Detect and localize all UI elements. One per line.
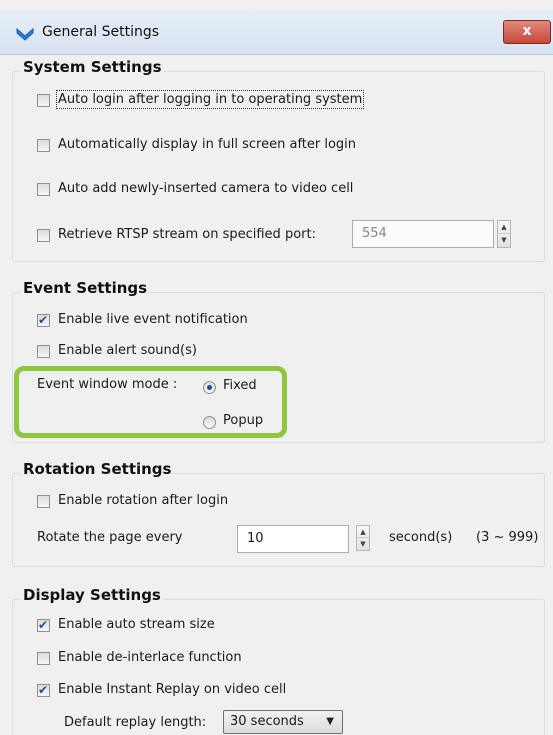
replay-length-select[interactable]: 30 seconds ▼ [223,710,343,734]
fixed-label[interactable]: Fixed [223,378,257,393]
alert-sound-checkbox[interactable] [37,345,50,358]
event-settings-heading: Event Settings [21,279,150,297]
instant-replay-checkbox[interactable] [37,683,50,697]
alert-sound-label[interactable]: Enable alert sound(s) [58,343,197,358]
display-settings-heading: Display Settings [21,586,163,604]
enable-rotation-label[interactable]: Enable rotation after login [58,493,228,508]
auto-add-camera-label[interactable]: Auto add newly-inserted camera to video … [58,181,353,196]
title-bar[interactable]: General Settings x [0,10,553,55]
auto-fullscreen-checkbox[interactable] [37,139,50,152]
rotate-every-label: Rotate the page every [37,530,183,545]
rotate-unit-label: second(s) [389,530,453,545]
system-settings-heading: System Settings [21,58,164,76]
rotate-interval-input[interactable]: 10 [237,525,349,553]
chevron-down-icon[interactable]: ▼ [326,716,334,727]
auto-fullscreen-label[interactable]: Automatically display in full screen aft… [58,137,356,152]
rotate-range-label: (3 ~ 999) [476,530,539,545]
auto-login-checkbox[interactable] [37,94,50,107]
spin-down-icon[interactable]: ▼ [498,234,510,247]
popup-radio[interactable] [203,416,216,429]
instant-replay-label[interactable]: Enable Instant Replay on video cell [58,682,286,697]
retrieve-rtsp-checkbox[interactable] [37,229,50,242]
app-icon [16,27,34,41]
replay-length-label: Default replay length: [64,715,207,730]
rotation-settings-heading: Rotation Settings [21,460,174,478]
fixed-radio[interactable] [203,381,216,394]
deinterlace-checkbox[interactable] [37,652,50,665]
close-button[interactable]: x [503,20,551,44]
auto-add-camera-checkbox[interactable] [37,183,50,196]
enable-rotation-checkbox[interactable] [37,495,50,508]
popup-label[interactable]: Popup [223,413,263,428]
spin-down-icon[interactable]: ▼ [357,538,369,550]
spin-up-icon[interactable]: ▲ [357,526,369,538]
rotate-interval-spinner[interactable]: ▲ ▼ [356,525,370,551]
rtsp-port-spinner[interactable]: ▲ ▼ [497,220,511,248]
live-notification-checkbox[interactable] [37,313,50,327]
auto-stream-size-checkbox[interactable] [37,618,50,632]
replay-length-value: 30 seconds [230,714,304,729]
window-title: General Settings [42,24,160,40]
event-window-mode-label: Event window mode : [37,377,178,392]
live-notification-label[interactable]: Enable live event notification [58,312,248,327]
general-settings-window: General Settings x System Settings Auto … [0,0,553,735]
retrieve-rtsp-label[interactable]: Retrieve RTSP stream on specified port: [58,227,316,242]
auto-stream-size-label[interactable]: Enable auto stream size [58,617,215,632]
deinterlace-label[interactable]: Enable de-interlace function [58,650,242,665]
auto-login-label[interactable]: Auto login after logging in to operating… [55,90,365,109]
spin-up-icon[interactable]: ▲ [498,221,510,234]
rtsp-port-input[interactable]: 554 [352,220,494,248]
